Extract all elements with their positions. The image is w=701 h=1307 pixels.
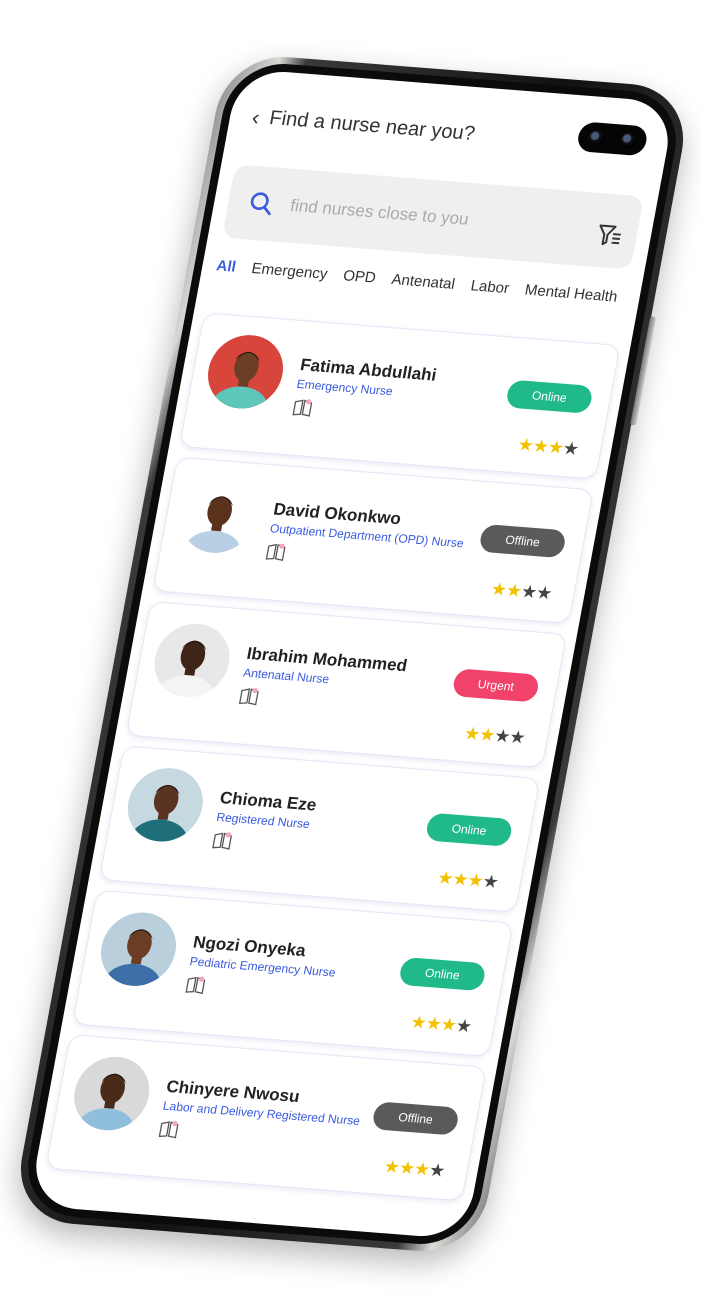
star-empty-icon: ★ bbox=[534, 582, 554, 604]
status-badge: Online bbox=[504, 379, 594, 414]
star-empty-icon: ★ bbox=[480, 871, 500, 893]
nurse-card[interactable]: Ngozi Onyeka Pediatric Emergency Nurse Onl… bbox=[71, 889, 514, 1057]
star-rating: ★★★★ bbox=[435, 868, 500, 894]
category-tabs: All Emergency OPD Antenatal Labor Mental Heal… bbox=[215, 257, 619, 305]
nurse-card[interactable]: Fatima Abdullahi Emergency Nurse Online ★★★… bbox=[179, 312, 621, 480]
book-icon[interactable] bbox=[184, 974, 208, 995]
chevron-left-icon[interactable]: ‹ bbox=[250, 104, 262, 129]
status-badge: Online bbox=[424, 812, 514, 847]
tab-all[interactable]: All bbox=[215, 257, 237, 275]
status-badge: Urgent bbox=[451, 668, 541, 703]
search-input[interactable] bbox=[286, 194, 554, 238]
tab-antenatal[interactable]: Antenatal bbox=[390, 271, 456, 293]
front-camera bbox=[575, 121, 649, 157]
avatar bbox=[175, 476, 263, 556]
nurse-card[interactable]: Ibrahim Mohammed Antenatal Nurse Urgent ★★★… bbox=[125, 601, 568, 769]
status-badge: Offline bbox=[478, 523, 568, 559]
search-bar bbox=[221, 164, 645, 270]
search-icon[interactable] bbox=[246, 190, 277, 218]
camera-lens-icon bbox=[618, 131, 638, 149]
tab-emergency[interactable]: Emergency bbox=[250, 260, 329, 283]
star-empty-icon: ★ bbox=[454, 1015, 473, 1037]
tab-labor[interactable]: Labor bbox=[469, 277, 510, 297]
star-empty-icon: ★ bbox=[561, 438, 580, 459]
book-icon[interactable] bbox=[291, 397, 315, 418]
book-icon[interactable] bbox=[211, 830, 235, 851]
star-rating: ★★★★ bbox=[489, 579, 553, 605]
camera-lens-icon bbox=[586, 129, 606, 147]
avatar bbox=[148, 620, 236, 700]
avatar bbox=[201, 332, 290, 412]
star-rating: ★★★★ bbox=[382, 1156, 446, 1182]
star-empty-icon: ★ bbox=[507, 726, 527, 748]
filter-icon[interactable] bbox=[594, 221, 625, 249]
nurse-card[interactable]: Chinyere Nwosu Labor and Delivery Registe… bbox=[45, 1034, 487, 1202]
tab-mental-health[interactable]: Mental Health bbox=[523, 282, 618, 306]
nurse-card[interactable]: David Okonkwo Outpatient Department (OPD)… bbox=[152, 456, 594, 624]
book-icon[interactable] bbox=[264, 541, 288, 562]
page-title: Find a nurse near you? bbox=[267, 107, 477, 145]
page-header: ‹ Find a nurse near you? bbox=[250, 104, 477, 146]
avatar bbox=[94, 909, 183, 989]
star-rating: ★★★★ bbox=[409, 1012, 473, 1038]
avatar bbox=[68, 1054, 156, 1133]
book-icon[interactable] bbox=[237, 685, 261, 706]
nurse-list: Fatima Abdullahi Emergency Nurse Online ★★★… bbox=[43, 312, 621, 1211]
nurse-role: Pediatric Emergency Nurse bbox=[188, 954, 337, 980]
nurse-card[interactable]: Chioma Eze Registered Nurse Online ★★★★ bbox=[98, 745, 541, 913]
status-badge: Offline bbox=[371, 1101, 461, 1136]
star-empty-icon: ★ bbox=[427, 1159, 447, 1181]
avatar bbox=[121, 765, 209, 845]
phone-device: ‹ Find a nurse near you? All Emergency OPD… bbox=[10, 52, 694, 1256]
tab-opd[interactable]: OPD bbox=[342, 267, 378, 286]
book-icon[interactable] bbox=[157, 1118, 181, 1139]
star-rating: ★★★★ bbox=[462, 723, 526, 749]
status-badge: Online bbox=[397, 956, 487, 992]
star-rating: ★★★★ bbox=[516, 434, 580, 460]
